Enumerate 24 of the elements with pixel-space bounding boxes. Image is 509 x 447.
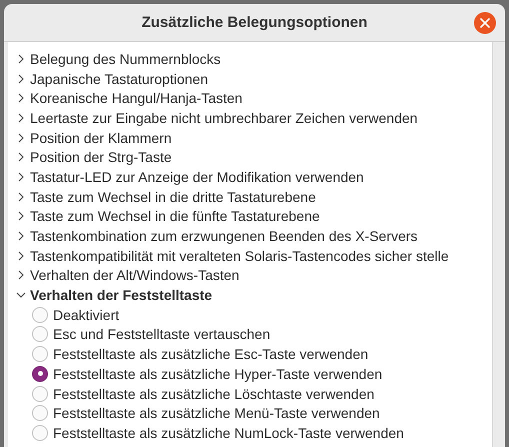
tree-item[interactable]: Koreanische Hangul/Hanja-Tasten xyxy=(8,88,492,108)
option-label: Feststelltaste als zusätzliche Hyper-Taste verwenden xyxy=(53,366,382,382)
tree-item[interactable]: Tastatur-LED zur Anzeige der Modifikation verwenden xyxy=(8,167,492,187)
tree-item[interactable]: Taste zum Wechsel in die fünfte Tastaturebene xyxy=(8,206,492,226)
window-title: Zusätzliche Belegungsoptionen xyxy=(142,14,368,31)
tree-item[interactable]: Tastenkompatibilität mit veralteten Solaris-Tastencodes sicher stelle xyxy=(8,246,492,266)
radio-button[interactable] xyxy=(32,366,48,382)
close-icon xyxy=(480,18,490,28)
option-label: Feststelltaste als zusätzliche Löschtaste verwenden xyxy=(53,386,374,402)
option-label: Feststelltaste als zusätzliche NumLock-Taste verwenden xyxy=(53,424,404,441)
tree-item[interactable]: Position der Strg-Taste xyxy=(8,147,492,168)
tree-item[interactable]: Leertaste zur Eingabe nicht umbrechbarer Zeichen verwenden xyxy=(8,108,492,128)
tree-item[interactable]: Taste zum Wechsel in die dritte Tastaturebene xyxy=(8,186,492,206)
option-label: Deaktiviert xyxy=(53,306,120,323)
option-label: Feststelltaste als zusätzliche Menü-Taste verwenden xyxy=(53,405,380,422)
close-button[interactable] xyxy=(474,12,496,34)
option-label: Feststelltaste als zusätzliche Esc-Taste verwenden xyxy=(53,346,368,362)
tree-item[interactable]: Belegung des Nummernblocks xyxy=(8,49,492,69)
tree-item[interactable]: Verhalten der Feststelltaste xyxy=(8,285,492,305)
tree-item[interactable]: Tastenkombination zum erzwungenen Beenden des X-Servers xyxy=(8,226,492,246)
option-label: Esc und Feststelltaste vertauschen xyxy=(53,326,270,342)
tree-item[interactable]: Japanische Tastaturoptionen xyxy=(8,68,492,88)
tree-item[interactable]: Position der Klammern xyxy=(8,128,492,148)
tree-item[interactable]: Verhalten der Alt/Windows-Tasten xyxy=(8,266,492,286)
